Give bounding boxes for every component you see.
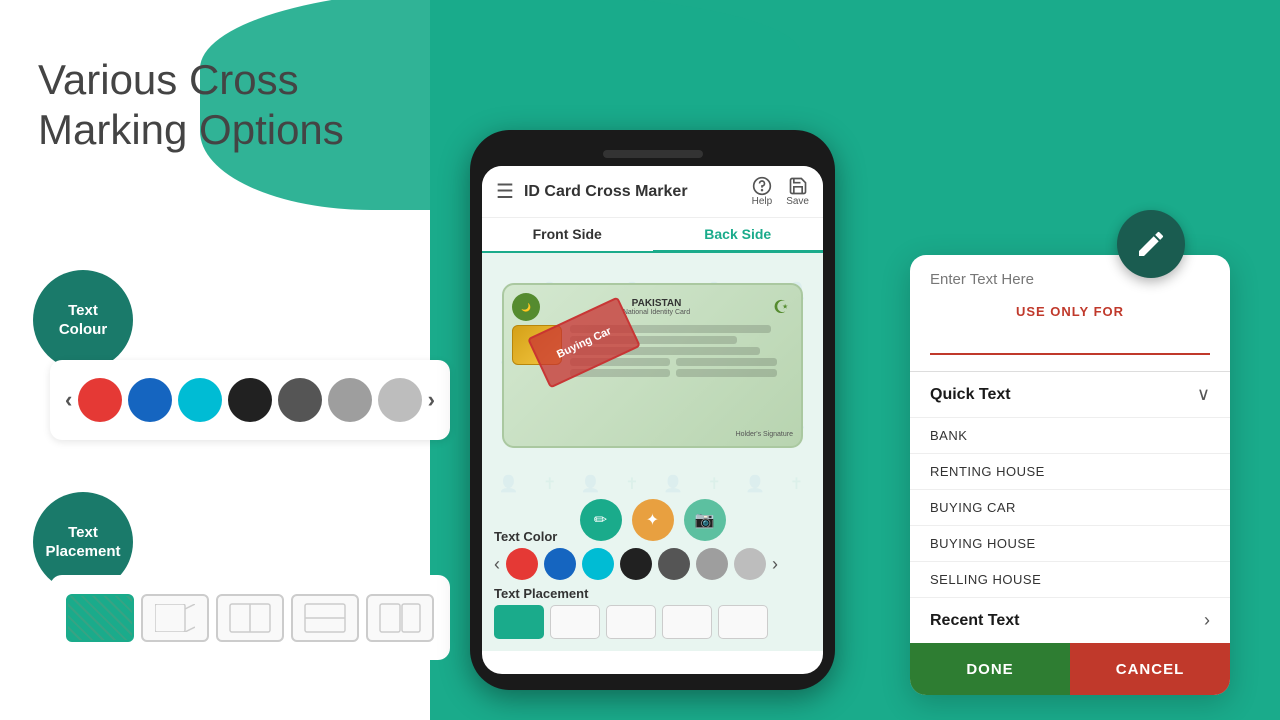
colour-dot-lightgray[interactable]: [378, 378, 422, 422]
dialog-subtitle: USE ONLY FOR: [910, 296, 1230, 323]
mini-placement-2[interactable]: [550, 605, 600, 639]
placement-icon-3[interactable]: [216, 594, 284, 642]
save-label: Save: [786, 196, 809, 207]
app-icons: Help Save: [752, 176, 809, 207]
mini-placement-3[interactable]: [606, 605, 656, 639]
colour-prev-button[interactable]: ‹: [65, 387, 72, 413]
dialog-panel: Enter Text Here USE ONLY FOR Quick Text …: [910, 255, 1230, 695]
mini-dot-blue[interactable]: [544, 548, 576, 580]
colour-next-button[interactable]: ›: [428, 387, 435, 413]
app-bar: ☰ ID Card Cross Marker Help: [482, 166, 823, 218]
placement-icon-4[interactable]: [291, 594, 359, 642]
phone-bottom: Text Color ‹ › Text Placement: [494, 529, 811, 639]
id-card-area: ✝👤✝👤✝👤✝👤 👤✝👤✝👤✝👤✝ ✝👤✝👤✝👤✝👤 👤✝👤✝👤✝👤✝ Buyi…: [482, 253, 823, 651]
heading-line1: Various Cross: [38, 55, 344, 105]
main-heading: Various Cross Marking Options: [38, 55, 344, 156]
placement-icon-5[interactable]: [366, 594, 434, 642]
mini-placement-strip: [494, 605, 811, 639]
cancel-button[interactable]: CANCEL: [1070, 643, 1230, 695]
crescent-icon: ☪: [773, 297, 793, 317]
placement-icon-1[interactable]: [66, 594, 134, 642]
quick-text-item-buying-house[interactable]: BUYING HOUSE: [910, 526, 1230, 562]
dialog-header: Enter Text Here: [910, 255, 1230, 296]
colour-dot-cyan[interactable]: [178, 378, 222, 422]
mini-colour-next[interactable]: ›: [772, 554, 778, 575]
mini-dot-darkgray[interactable]: [658, 548, 690, 580]
colour-dot-black[interactable]: [228, 378, 272, 422]
placement-strip: [50, 575, 450, 660]
dialog-buttons: DONE CANCEL: [910, 643, 1230, 695]
heading-line2: Marking Options: [38, 105, 344, 155]
mini-dot-lightgray[interactable]: [734, 548, 766, 580]
id-signature: Holder's Signature: [512, 431, 793, 438]
tab-back[interactable]: Back Side: [653, 218, 824, 253]
text-colour-label: TextColour: [59, 301, 107, 340]
done-button[interactable]: DONE: [910, 643, 1070, 695]
text-colour-circle: TextColour: [33, 270, 133, 370]
app-title: ID Card Cross Marker: [524, 183, 752, 201]
save-button[interactable]: Save: [786, 176, 809, 207]
quick-text-header[interactable]: Quick Text ∨: [910, 372, 1230, 418]
id-card: Buying Car 🌙 PAKISTAN National Identity …: [502, 283, 803, 448]
hamburger-icon[interactable]: ☰: [496, 179, 514, 204]
mini-dot-gray[interactable]: [696, 548, 728, 580]
help-label: Help: [752, 196, 773, 207]
mini-dot-black[interactable]: [620, 548, 652, 580]
quick-text-item-buying-car[interactable]: BUYING CAR: [910, 490, 1230, 526]
tab-front[interactable]: Front Side: [482, 218, 653, 251]
quick-text-chevron: ∨: [1197, 384, 1210, 405]
phone-placement-label: Text Placement: [494, 586, 811, 601]
recent-text-header[interactable]: Recent Text ›: [910, 598, 1230, 643]
quick-text-title: Quick Text: [930, 386, 1011, 404]
pk-emblem: 🌙: [512, 293, 540, 321]
mini-colour-prev[interactable]: ‹: [494, 554, 500, 575]
mini-placement-1[interactable]: [494, 605, 544, 639]
dialog-input-area: [910, 323, 1230, 372]
id-card-country: PAKISTAN: [623, 298, 690, 309]
colour-dot-darkgray[interactable]: [278, 378, 322, 422]
dialog-placeholder: Enter Text Here: [930, 271, 1034, 288]
dialog-text-input[interactable]: [930, 327, 1210, 355]
id-card-header: 🌙 PAKISTAN National Identity Card ☪: [512, 293, 793, 321]
recent-text-title: Recent Text: [930, 612, 1020, 630]
colour-strip: ‹ ›: [50, 360, 450, 440]
notch-bar: [603, 150, 703, 158]
tabs-row: Front Side Back Side: [482, 218, 823, 253]
mini-placement-5[interactable]: [718, 605, 768, 639]
colour-dot-blue[interactable]: [128, 378, 172, 422]
mini-placement-4[interactable]: [662, 605, 712, 639]
external-edit-fab[interactable]: [1117, 210, 1185, 278]
phone-mock: ☰ ID Card Cross Marker Help: [470, 130, 835, 690]
mini-dot-red[interactable]: [506, 548, 538, 580]
phone-color-label: Text Color: [494, 529, 811, 544]
recent-text-chevron: ›: [1204, 610, 1210, 631]
mini-dot-cyan[interactable]: [582, 548, 614, 580]
quick-text-item-bank[interactable]: BANK: [910, 418, 1230, 454]
quick-text-item-renting[interactable]: RENTING HOUSE: [910, 454, 1230, 490]
quick-text-section: Quick Text ∨ BANK RENTING HOUSE BUYING C…: [910, 372, 1230, 643]
help-button[interactable]: Help: [752, 176, 773, 207]
phone-notch: [482, 150, 823, 158]
quick-text-item-selling-house[interactable]: SELLING HOUSE: [910, 562, 1230, 598]
colour-dot-gray[interactable]: [328, 378, 372, 422]
text-placement-label: TextPlacement: [45, 523, 120, 562]
mini-colour-strip: ‹ ›: [494, 548, 811, 580]
phone-screen: ☰ ID Card Cross Marker Help: [482, 166, 823, 674]
colour-dot-red[interactable]: [78, 378, 122, 422]
id-card-subtitle: National Identity Card: [623, 309, 690, 316]
placement-icon-2[interactable]: [141, 594, 209, 642]
